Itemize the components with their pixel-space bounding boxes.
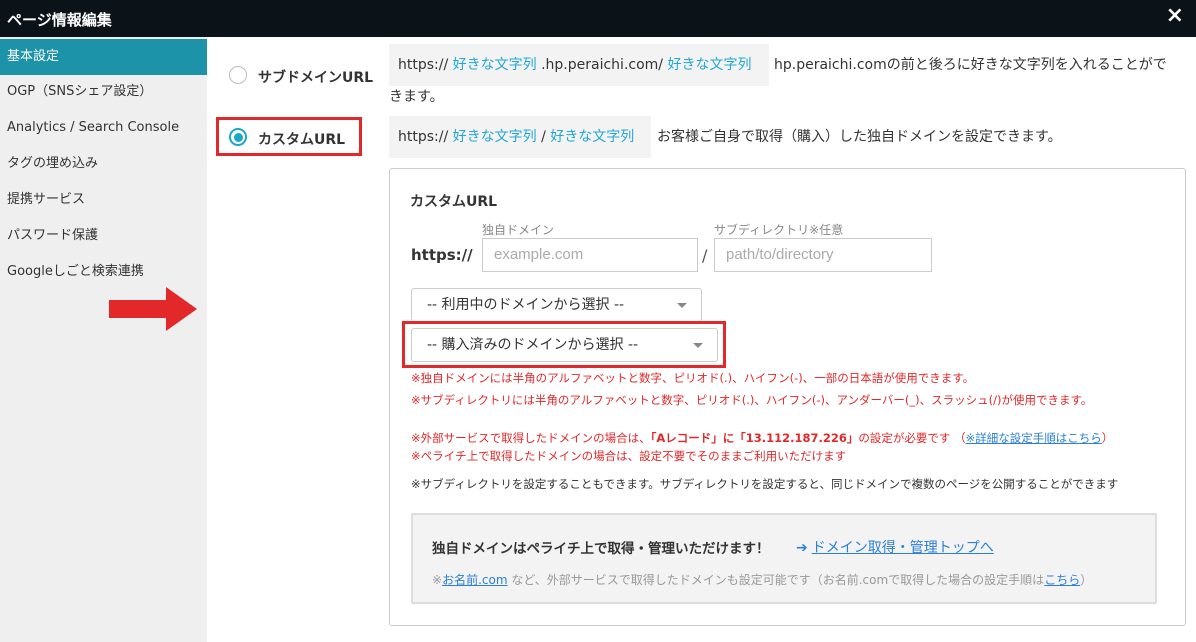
sidebar-item-password[interactable]: パスワード保護: [0, 218, 207, 254]
panel-title: カスタムURL: [410, 194, 498, 210]
subdir-input[interactable]: path/to/directory: [714, 238, 932, 272]
domain-info-box: 独自ドメインはペライチ上で取得・管理いただけます！ ➔ ドメイン取得・管理トップへ…: [411, 513, 1157, 604]
sidebar-item-partners[interactable]: 提携サービス: [0, 182, 207, 218]
onamae-steps-link[interactable]: こちら: [1044, 573, 1080, 587]
a-record-value: 「Aレコード」に「13.112.187.226」: [650, 431, 859, 445]
note-text: ※外部サービスで取得したドメインの場合は、: [411, 431, 651, 445]
select-value: -- 利用中のドメインから選択 --: [427, 297, 625, 313]
sidebar-item-basic[interactable]: 基本設定: [0, 39, 207, 75]
domain-input[interactable]: example.com: [482, 238, 698, 272]
onamae-link[interactable]: お名前.com: [442, 573, 507, 587]
subdomain-desc-2: きます。: [389, 89, 444, 105]
close-icon[interactable]: ×: [1166, 3, 1184, 28]
note-peraichi-domain: ※ペライチ上で取得したドメインの場合は、設定不要でそのままご利用いただけます: [411, 449, 847, 463]
url-prefix: https://: [398, 129, 449, 145]
domain-management-link[interactable]: ➔ ドメイン取得・管理トップへ: [796, 537, 994, 557]
info-heading: 独自ドメインはペライチ上で取得・管理いただけます！: [432, 541, 770, 557]
select-value: -- 購入済みのドメインから選択 --: [427, 337, 639, 353]
chevron-down-icon: [693, 343, 703, 348]
note-text: ）: [1101, 431, 1114, 445]
custom-url-example: https:// 好きな文字列 / 好きな文字列: [389, 116, 651, 158]
info-text: ※: [432, 573, 443, 587]
link-label: ドメイン取得・管理トップへ: [811, 540, 994, 556]
subdomain-label[interactable]: サブドメインURL: [258, 67, 373, 87]
https-prefix: https://: [411, 246, 473, 264]
in-use-domain-select[interactable]: -- 利用中のドメインから選択 --: [411, 288, 702, 322]
url-part2: 好きな文字列: [550, 129, 635, 145]
sidebar-item-ogp[interactable]: OGP（SNSシェア設定）: [0, 74, 207, 110]
note-subdir-chars: ※サブディレクトリには半角のアルファベットと数字、ピリオド(.)、ハイフン(-)…: [411, 393, 1093, 407]
url-mid: .hp.peraichi.com/: [541, 57, 664, 73]
sidebar-item-analytics[interactable]: Analytics / Search Console: [0, 110, 207, 146]
setup-steps-link[interactable]: ※詳細な設定手順はこちら: [966, 431, 1102, 445]
custom-url-radio[interactable]: [229, 128, 247, 146]
chevron-down-icon: [677, 303, 687, 308]
url-prefix: https://: [398, 57, 449, 73]
subdomain-url-example: https:// 好きな文字列 .hp.peraichi.com/ 好きな文字列: [389, 44, 769, 86]
main-content: サブドメインURL https:// 好きな文字列 .hp.peraichi.c…: [207, 37, 1196, 642]
title-bar: ページ情報編集 ×: [0, 0, 1196, 37]
info-subtext: ※お名前.com など、外部サービスで取得したドメインも設定可能です（お名前.c…: [432, 571, 1092, 588]
url-part1: 好きな文字列: [452, 57, 537, 73]
subdomain-radio[interactable]: [229, 66, 247, 84]
sidebar-item-tags[interactable]: タグの埋め込み: [0, 146, 207, 182]
path-slash: /: [702, 246, 708, 265]
note-text: の設定が必要です （: [858, 431, 966, 445]
purchased-domain-select[interactable]: -- 購入済みのドメインから選択 --: [411, 328, 718, 362]
info-text: など、外部サービスで取得したドメインも設定可能です（お名前.comで取得した場合…: [507, 573, 1045, 587]
note-subdirectory: ※サブディレクトリを設定することもできます。サブディレクトリを設定すると、同じド…: [411, 477, 1119, 491]
sidebar-item-google-jobs[interactable]: Googleしごと検索連携: [0, 254, 207, 290]
note-external-domain: ※外部サービスで取得したドメインの場合は、「Aレコード」に「13.112.187…: [411, 430, 1113, 446]
subdir-field-label: サブディレクトリ※任意: [714, 223, 844, 237]
window-title: ページ情報編集: [7, 11, 112, 29]
url-part1: 好きな文字列: [452, 129, 537, 145]
custom-url-desc: お客様ご自身で取得（購入）した独自ドメインを設定できます。: [657, 129, 1062, 145]
url-sep: /: [541, 129, 546, 145]
sidebar: 基本設定 OGP（SNSシェア設定） Analytics / Search Co…: [0, 37, 207, 642]
custom-url-panel: カスタムURL 独自ドメイン サブディレクトリ※任意 https:// exam…: [389, 168, 1186, 626]
subdomain-desc-1: hp.peraichi.comの前と後ろに好きな文字列を入れることがで: [774, 57, 1167, 73]
arrow-right-icon: [109, 287, 197, 331]
url-part2: 好きな文字列: [667, 57, 752, 73]
custom-url-label[interactable]: カスタムURL: [258, 129, 345, 149]
domain-field-label: 独自ドメイン: [482, 223, 555, 237]
info-text: ）: [1080, 573, 1093, 587]
arrow-right-icon: ➔: [796, 540, 808, 556]
note-domain-chars: ※独自ドメインには半角のアルファベットと数字、ピリオド(.)、ハイフン(-)、一…: [411, 371, 975, 385]
